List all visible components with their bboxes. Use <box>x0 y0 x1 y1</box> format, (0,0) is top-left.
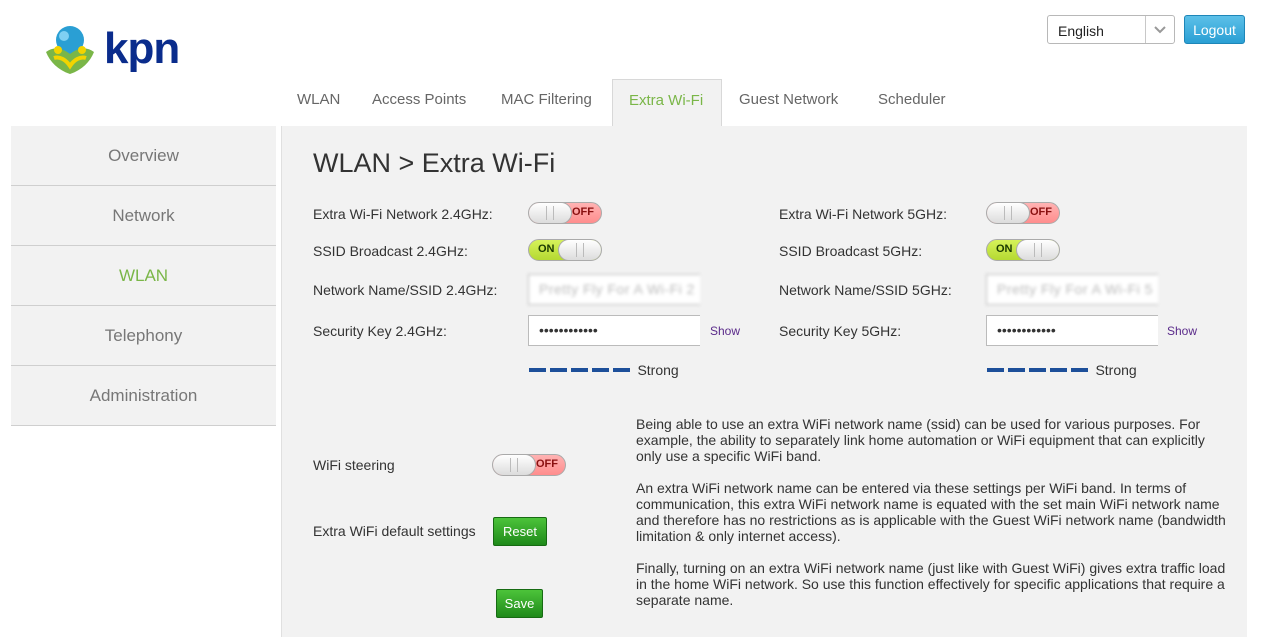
extra-wifi-5-toggle[interactable]: OFF <box>986 202 1060 224</box>
ssid-5-input[interactable]: Pretty Fly For A Wi-Fi 5 <box>986 274 1158 305</box>
reset-button[interactable]: Reset <box>493 517 547 546</box>
extra-wifi-24-label: Extra Wi-Fi Network 2.4GHz: <box>313 206 493 222</box>
language-value: English <box>1058 23 1104 39</box>
sidebar-item-wlan[interactable]: WLAN <box>11 246 276 306</box>
info-paragraph: Being able to use an extra WiFi network … <box>636 416 1205 464</box>
save-button[interactable]: Save <box>496 589 543 618</box>
sidebar-item-telephony[interactable]: Telephony <box>11 306 276 366</box>
brand-name: kpn <box>104 24 180 73</box>
key-strength-5-text: Strong <box>1095 361 1137 378</box>
ssid-24-label: Network Name/SSID 2.4GHz: <box>313 282 498 298</box>
ssid-24-input[interactable]: Pretty Fly For A Wi-Fi 2 <box>528 274 700 305</box>
toggle-state: ON <box>538 243 555 255</box>
info-paragraph: An extra WiFi network name can be entere… <box>636 480 1226 544</box>
tab-scheduler[interactable]: Scheduler <box>862 79 962 126</box>
sidebar-item-network[interactable]: Network <box>11 186 276 246</box>
security-key-24-label: Security Key 2.4GHz: <box>313 323 447 339</box>
security-key-5-input[interactable]: •••••••••••• <box>986 315 1158 346</box>
extra-wifi-24-toggle[interactable]: OFF <box>528 202 602 224</box>
ssid-broadcast-5-label: SSID Broadcast 5GHz: <box>779 243 923 259</box>
toggle-state: OFF <box>536 458 558 470</box>
toggle-knob <box>493 455 536 475</box>
tab-mac-filtering[interactable]: MAC Filtering <box>485 79 608 126</box>
show-key-24-link[interactable]: Show <box>710 324 740 338</box>
key-strength-24: Strong <box>529 361 679 379</box>
tab-extra-wifi[interactable]: Extra Wi-Fi <box>612 79 722 126</box>
ssid-broadcast-24-label: SSID Broadcast 2.4GHz: <box>313 243 468 259</box>
language-select[interactable]: English <box>1047 15 1175 44</box>
tab-wlan[interactable]: WLAN <box>281 79 356 126</box>
security-key-5-label: Security Key 5GHz: <box>779 323 902 339</box>
main-panel: WLAN > Extra Wi-Fi Extra Wi-Fi Network 2… <box>281 126 1247 637</box>
info-paragraph: Finally, turning on an extra WiFi networ… <box>636 560 1226 608</box>
security-key-24-input[interactable]: •••••••••••• <box>528 315 700 346</box>
sidebar-item-overview[interactable]: Overview <box>11 126 276 186</box>
show-key-5-link[interactable]: Show <box>1167 324 1197 338</box>
toggle-knob <box>987 203 1030 223</box>
toggle-state: OFF <box>1030 206 1052 218</box>
sidebar-item-administration[interactable]: Administration <box>11 366 276 426</box>
chevron-down-icon[interactable] <box>1145 16 1174 43</box>
toggle-knob <box>1016 240 1059 260</box>
ssid-5-label: Network Name/SSID 5GHz: <box>779 282 952 298</box>
info-text: Being able to use an extra WiFi network … <box>636 416 1226 624</box>
wifi-steering-toggle[interactable]: OFF <box>492 454 566 476</box>
sidebar: Overview Network WLAN Telephony Administ… <box>11 126 276 426</box>
toggle-state: ON <box>996 243 1013 255</box>
key-strength-24-text: Strong <box>637 361 679 378</box>
page-title: WLAN > Extra Wi-Fi <box>313 148 556 178</box>
key-strength-5: Strong <box>987 361 1137 379</box>
logout-button[interactable]: Logout <box>1184 15 1245 44</box>
toggle-state: OFF <box>572 206 594 218</box>
ssid-broadcast-5-toggle[interactable]: ON <box>986 239 1060 261</box>
ssid-broadcast-24-toggle[interactable]: ON <box>528 239 602 261</box>
kpn-crown-icon <box>46 26 94 74</box>
wifi-steering-label: WiFi steering <box>313 457 395 473</box>
toggle-knob <box>558 240 601 260</box>
toggle-knob <box>529 203 572 223</box>
kpn-logo: kpn <box>40 18 190 80</box>
extra-wifi-5-label: Extra Wi-Fi Network 5GHz: <box>779 206 948 222</box>
tab-access-points[interactable]: Access Points <box>356 79 482 126</box>
tab-guest-network[interactable]: Guest Network <box>723 79 854 126</box>
default-settings-label: Extra WiFi default settings <box>313 523 476 539</box>
